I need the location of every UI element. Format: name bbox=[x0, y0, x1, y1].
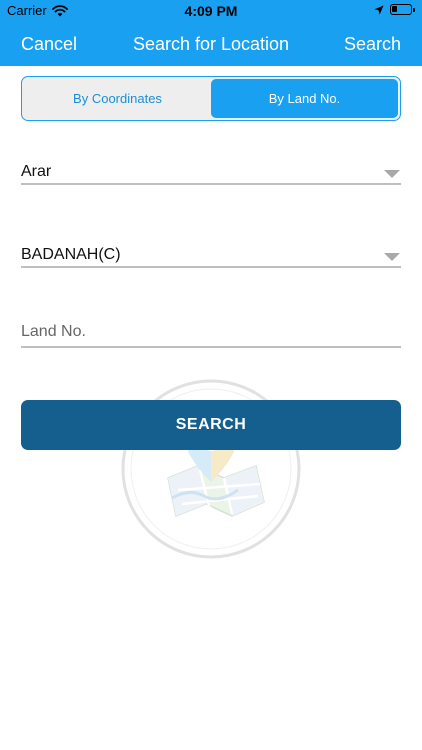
nav-search-button[interactable]: Search bbox=[344, 34, 401, 55]
status-right bbox=[374, 4, 415, 15]
region-dropdown[interactable]: Arar bbox=[21, 155, 401, 185]
tab-by-land-no[interactable]: By Land No. bbox=[211, 79, 398, 118]
location-arrow-icon bbox=[374, 5, 384, 14]
status-time: 4:09 PM bbox=[184, 3, 238, 19]
land-no-input[interactable] bbox=[21, 318, 401, 348]
search-mode-segmented-control: By Coordinates By Land No. bbox=[21, 76, 401, 121]
tab-by-coordinates[interactable]: By Coordinates bbox=[24, 79, 211, 118]
caret-down-icon bbox=[384, 170, 400, 178]
city-dropdown[interactable]: BADANAH(C) bbox=[21, 238, 401, 268]
caret-down-icon bbox=[384, 253, 400, 261]
battery-fill bbox=[392, 6, 397, 12]
region-dropdown-value: Arar bbox=[21, 163, 52, 180]
cancel-button[interactable]: Cancel bbox=[21, 34, 77, 55]
battery-icon bbox=[390, 4, 415, 15]
city-dropdown-value: BADANAH(C) bbox=[21, 246, 121, 263]
status-bar: Carrier 4:09 PM bbox=[0, 0, 422, 22]
nav-bar: Cancel Search for Location Search bbox=[0, 22, 422, 66]
search-button[interactable]: SEARCH bbox=[21, 400, 401, 450]
